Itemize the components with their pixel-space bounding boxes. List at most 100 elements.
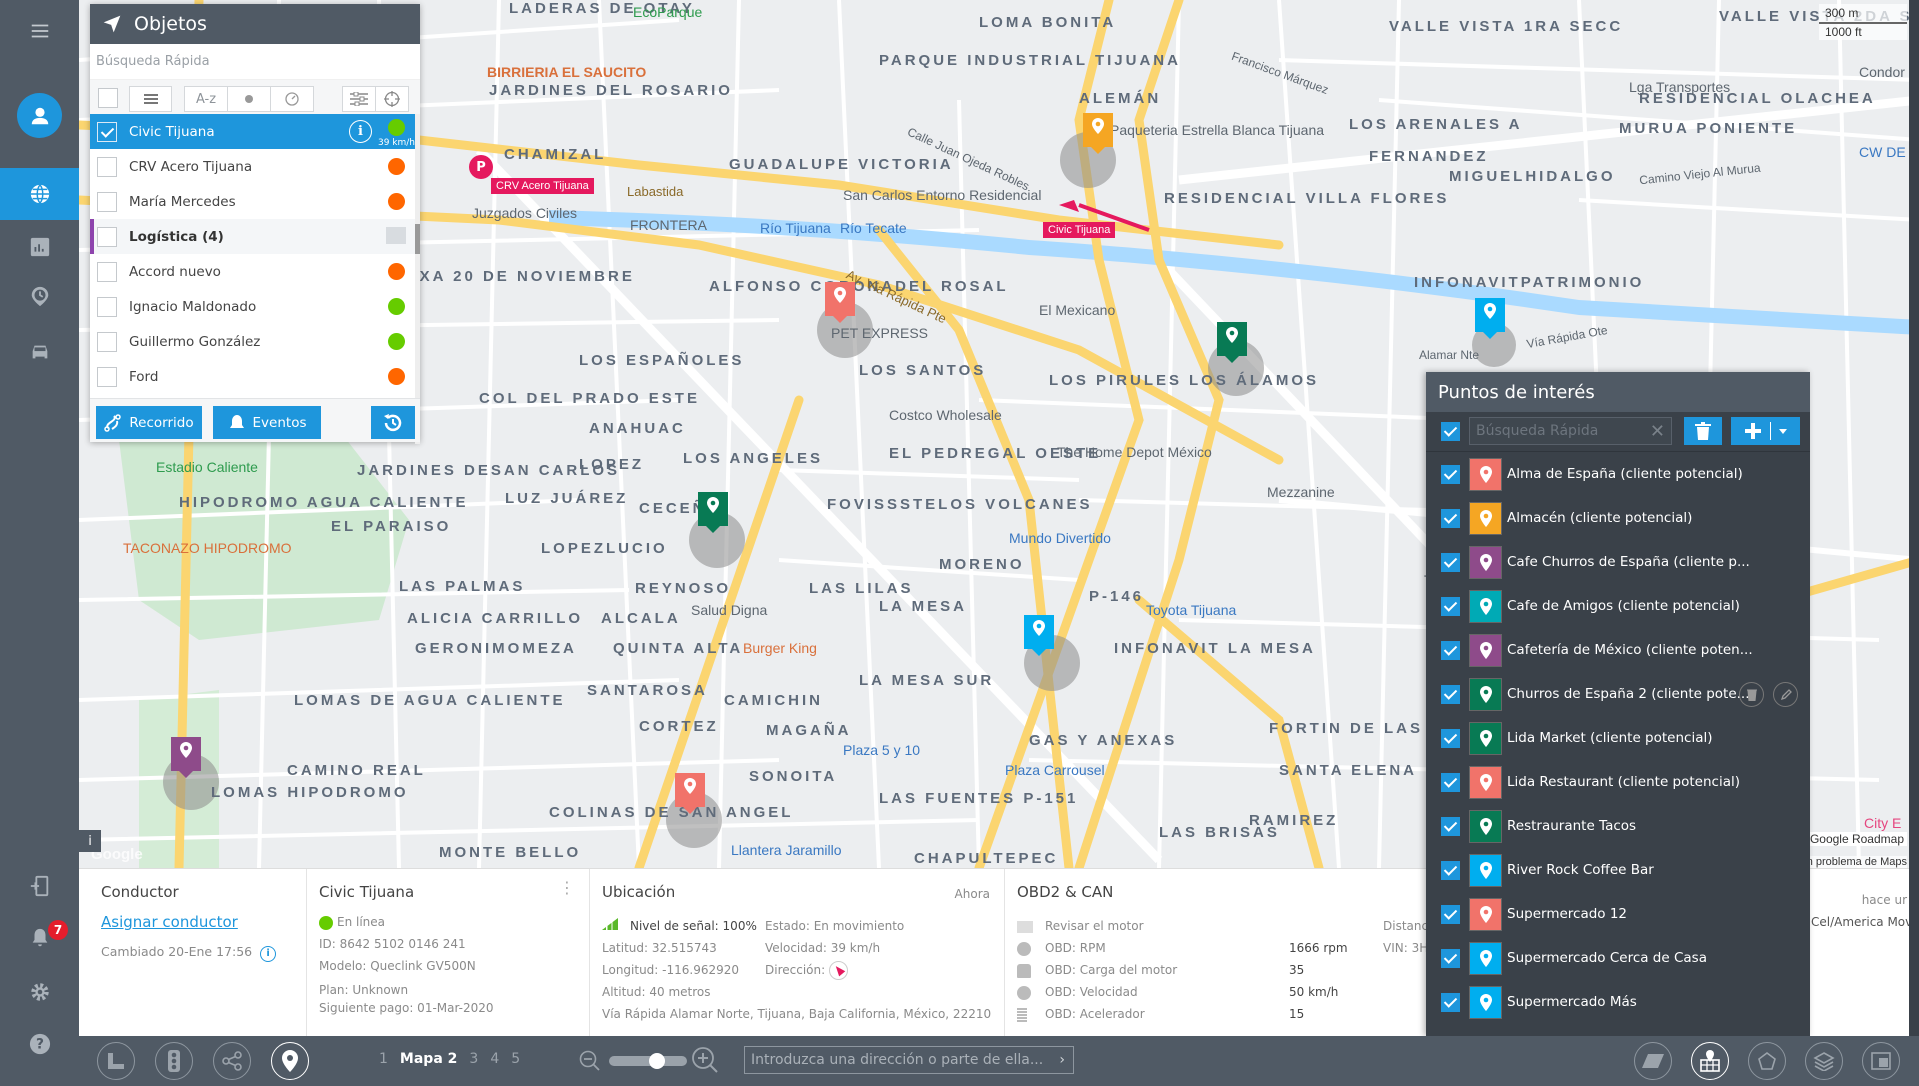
map-place[interactable]: Paqueteria Estrella Blanca Tijuana: [1110, 122, 1324, 138]
map-place[interactable]: Mezzanine: [1267, 484, 1335, 500]
poi-add-button[interactable]: [1731, 417, 1800, 445]
map-place[interactable]: EcoParque: [633, 4, 702, 20]
poi-marker[interactable]: [1217, 322, 1247, 363]
poi-checkbox[interactable]: [1441, 772, 1460, 792]
poi-checkbox[interactable]: [1441, 640, 1460, 660]
collapse-group-icon[interactable]: [386, 227, 406, 244]
map-place[interactable]: Lga Transportes: [1629, 79, 1730, 95]
map-place[interactable]: Toyota Tijuana: [1146, 602, 1236, 618]
map-place[interactable]: Condor: [1859, 64, 1905, 80]
object-checkbox[interactable]: [97, 121, 117, 142]
clear-search-icon[interactable]: ✕: [1650, 418, 1665, 445]
poi-list-item[interactable]: Restraurante Tacos: [1426, 804, 1810, 848]
list-view-button[interactable]: [129, 86, 172, 112]
zoom-out-button[interactable]: [579, 1050, 601, 1076]
poi-marker[interactable]: [1475, 298, 1505, 339]
more-options-icon[interactable]: ⋮: [559, 880, 575, 896]
object-row[interactable]: CRV Acero Tijuana: [90, 149, 420, 184]
objects-search-input[interactable]: Búsqueda Rápida: [90, 44, 420, 80]
sort-az-button[interactable]: A-z: [184, 86, 228, 112]
poi-color-swatch[interactable]: [1469, 677, 1502, 711]
poi-color-swatch[interactable]: [1469, 765, 1502, 799]
minimap-button[interactable]: [1862, 1042, 1900, 1080]
chevron-right-icon[interactable]: ›: [1059, 1047, 1065, 1073]
object-group-logistica[interactable]: Logística (4): [90, 219, 420, 254]
poi-checkbox[interactable]: [1441, 552, 1460, 572]
map-page-4[interactable]: 4: [490, 1051, 499, 1067]
zoom-slider[interactable]: [609, 1053, 687, 1069]
map-place[interactable]: Juzgados Civiles: [472, 205, 577, 221]
poi-edit-icon[interactable]: [1773, 682, 1798, 707]
map-place[interactable]: City E: [1864, 815, 1901, 831]
map-page-1[interactable]: 1: [379, 1051, 388, 1067]
poi-marker[interactable]: [171, 737, 201, 778]
poi-color-swatch[interactable]: [1469, 589, 1502, 623]
poi-list-item[interactable]: Almacén (cliente potencial): [1426, 496, 1810, 540]
events-button[interactable]: Eventos: [213, 406, 321, 439]
poi-checkbox[interactable]: [1441, 992, 1460, 1012]
parking-marker[interactable]: P: [469, 155, 493, 179]
poi-color-swatch[interactable]: [1469, 897, 1502, 931]
info-icon[interactable]: i: [260, 946, 277, 962]
object-row[interactable]: Guillermo González: [90, 324, 420, 359]
poi-checkbox[interactable]: [1441, 464, 1460, 484]
map-place[interactable]: Plaza Carrousel: [1005, 762, 1105, 778]
nav-reports[interactable]: [0, 221, 79, 273]
map-place[interactable]: Costco Wholesale: [889, 407, 1002, 423]
zoom-slider-handle[interactable]: [649, 1053, 666, 1069]
object-row[interactable]: María Mercedes: [90, 184, 420, 219]
poi-list-item[interactable]: Supermercado 12: [1426, 892, 1810, 936]
traffic-button[interactable]: [155, 1042, 193, 1080]
object-checkbox[interactable]: [97, 296, 117, 317]
poi-list-item[interactable]: Supermercado Más: [1426, 980, 1810, 1024]
poi-delete-button[interactable]: [1684, 417, 1722, 445]
group-checkbox[interactable]: [97, 226, 117, 247]
poi-list-item[interactable]: Cafe de Amigos (cliente potencial): [1426, 584, 1810, 628]
sort-speed-button[interactable]: [270, 86, 314, 112]
info-icon[interactable]: i: [349, 120, 372, 143]
select-all-checkbox[interactable]: [98, 88, 118, 108]
ruler-button[interactable]: [97, 1042, 135, 1080]
vehicle-label-civic[interactable]: Civic Tijuana: [1043, 222, 1116, 238]
address-search-input[interactable]: Introduzca una dirección o parte de ella…: [744, 1046, 1074, 1074]
map-place[interactable]: Burger King: [743, 640, 817, 656]
map-place[interactable]: El Mexicano: [1039, 302, 1115, 318]
vehicle-label-crv[interactable]: CRV Acero Tijuana: [491, 178, 594, 194]
assign-driver-link[interactable]: Asignar conductor: [101, 913, 238, 931]
poi-list-item[interactable]: Churros de España 2 (cliente pote...: [1426, 672, 1810, 716]
map-place[interactable]: Plaza 5 y 10: [843, 742, 920, 758]
poi-search-input[interactable]: Búsqueda Rápida ✕: [1469, 417, 1672, 445]
poi-delete-icon[interactable]: [1739, 682, 1764, 707]
map-place[interactable]: San Carlos Entorno Residencial: [843, 187, 1041, 203]
poi-marker[interactable]: [675, 773, 705, 814]
map-place[interactable]: FRONTERA: [630, 217, 707, 233]
poi-checkbox[interactable]: [1441, 728, 1460, 748]
map-place[interactable]: Mundo Divertido: [1009, 530, 1111, 546]
poi-list-item[interactable]: River Rock Coffee Bar: [1426, 848, 1810, 892]
map-type-label[interactable]: Google Roadmap: [1806, 832, 1907, 846]
poi-checkbox[interactable]: [1441, 684, 1460, 704]
layers-button[interactable]: [1805, 1042, 1843, 1080]
poi-checkbox[interactable]: [1441, 904, 1460, 924]
map-page-5[interactable]: 5: [511, 1051, 520, 1067]
poi-marker[interactable]: [698, 492, 728, 533]
map-page-2[interactable]: Mapa 2: [400, 1051, 457, 1067]
poi-color-swatch[interactable]: [1469, 457, 1502, 491]
poi-list-item[interactable]: Lida Restaurant (cliente potencial): [1426, 760, 1810, 804]
poi-color-swatch[interactable]: [1469, 501, 1502, 535]
objects-scrollbar[interactable]: [415, 114, 420, 444]
poi-marker[interactable]: [825, 282, 855, 323]
eraser-button[interactable]: [1634, 1042, 1672, 1080]
poi-select-all-checkbox[interactable]: [1441, 422, 1460, 441]
poi-list-item[interactable]: Supermercado Cerca de Casa: [1426, 936, 1810, 980]
poi-map-button[interactable]: [1691, 1042, 1729, 1080]
map-place[interactable]: TACONAZO HIPODROMO: [123, 540, 292, 556]
nav-help[interactable]: ?: [0, 1018, 79, 1070]
nav-map[interactable]: [0, 168, 79, 220]
nav-notifications[interactable]: [0, 912, 79, 964]
poi-checkbox[interactable]: [1441, 948, 1460, 968]
poi-marker[interactable]: [1083, 113, 1113, 154]
poi-checkbox[interactable]: [1441, 860, 1460, 880]
object-checkbox[interactable]: [97, 261, 117, 282]
map-info-button[interactable]: i: [79, 830, 101, 852]
